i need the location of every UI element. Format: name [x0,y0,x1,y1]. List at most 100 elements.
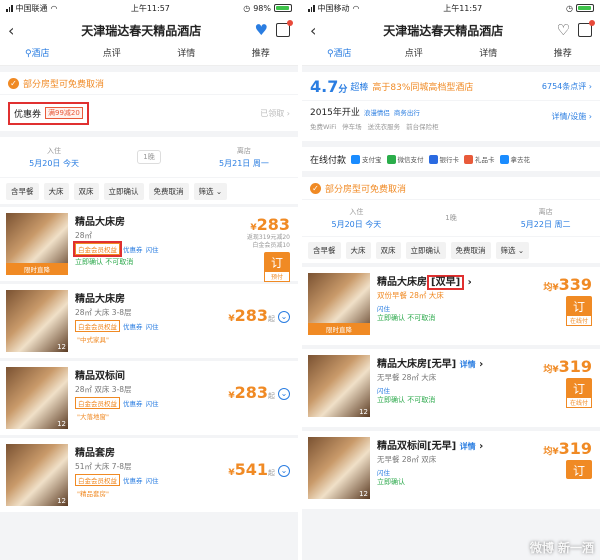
filter-instant-confirm[interactable]: 立即确认 [405,241,446,259]
expand-icon[interactable]: ⌄ [278,387,290,400]
room-photo[interactable]: 12 [6,367,68,429]
tab-reviews[interactable]: 点评 [377,44,452,65]
expand-icon[interactable]: ⌄ [278,310,290,323]
coupon-row[interactable]: 优惠券 满99减20 已领取 › [0,95,298,131]
filter-king-bed[interactable]: 大床 [345,241,371,259]
coupon-highlight: 优惠券 满99减20 [8,101,89,125]
details-link[interactable]: 详情 [460,360,476,369]
promo-ribbon: 限时直降 [308,323,370,335]
platinum-member-tag: 白金会员权益 [75,320,120,332]
room-feature: "中式家具" [77,336,109,344]
check-icon: ✓ [8,77,19,89]
room-photo[interactable]: 12 [6,444,68,506]
room-photo[interactable]: 12限时直降 [6,213,68,275]
check-icon: ✓ [310,182,321,194]
tab-recommend[interactable]: 推荐 [526,44,600,65]
room-price: ¥283起 [228,383,275,402]
nav-header: ‹ 天津瑞达春天精品酒店 ♥ [0,16,298,44]
filter-free-cancel[interactable]: 免费取消 [148,182,189,200]
platinum-member-tag: 白金会员权益 [75,397,120,409]
price-block: 均¥319 订在线付 [543,357,592,409]
checkout-date[interactable]: 5月22日 周二 [521,219,571,230]
carrier: 中国移动 [317,3,350,13]
room-photo[interactable]: 12 [6,290,68,352]
share-icon[interactable] [276,20,293,37]
book-button[interactable]: 订在线付 [566,296,592,326]
back-icon[interactable]: ‹ [310,21,330,40]
signal-icon [6,4,13,12]
room-photo[interactable]: 12 [308,437,370,499]
book-button[interactable]: 订预付 [264,252,290,282]
tab-details[interactable]: 详情 [149,44,224,65]
facilities-link[interactable]: 详情/设施 › [552,111,592,122]
date-picker[interactable]: 入住 5月20日 今天 1晚 离店 5月22日 周二 [302,200,600,236]
battery-icon [576,4,594,12]
coupon-tag: 优惠券 [123,477,143,485]
rating-desc: 高于83%同城高档型酒店 [372,82,474,93]
price-note-1: 返现319元减20 [246,234,290,241]
book-button[interactable]: 订在线付 [566,378,592,408]
checkin-label: 入住 [47,146,62,155]
room-price: 均¥319 [543,439,592,458]
tab-recommend[interactable]: 推荐 [224,44,299,65]
favorite-heart-icon[interactable]: ♥ [255,21,268,39]
price-block: ¥283起 ⌄ [228,383,290,402]
room-card[interactable]: 12 精品大床房[无早] 详情 › 无早餐 28㎡ 大床 闪住 立即确认 不可取… [302,349,600,427]
tab-reviews[interactable]: 点评 [75,44,150,65]
filter-free-cancel[interactable]: 免费取消 [450,241,491,259]
expand-icon[interactable]: ⌄ [278,464,290,477]
filter-instant-confirm[interactable]: 立即确认 [103,182,144,200]
filter-breakfast[interactable]: 含早餐 [308,241,341,259]
bankcard-method: 银行卡 [428,154,459,164]
room-photo[interactable]: 12 [308,355,370,417]
filter-breakfast[interactable]: 含早餐 [6,182,39,200]
room-card[interactable]: 12限时直降 精品大床房[双早] › 双份早餐 28㎡ 大床 闪住 立即确认 不… [302,267,600,345]
filter-twin-bed[interactable]: 双床 [375,241,401,259]
room-card[interactable]: 12 精品双标间 28㎡ 双床 3-8层 白金会员权益 优惠券 闪住 "大落地窗" … [0,361,298,435]
price-block: ¥541起 ⌄ [228,460,290,479]
room-card[interactable]: 12 精品大床房 28㎡ 大床 3-8层 白金会员权益 优惠券 闪住 "中式家具" … [0,284,298,358]
theme-tag: 浪漫情侣 [363,108,390,117]
coupon-tag: 优惠券 [123,246,143,254]
room-price: ¥283 [250,215,290,234]
review-count[interactable]: 6754条点评 › [542,81,592,92]
nav-header: ‹ 天津瑞达春天精品酒店 ♡ [302,16,600,44]
alarm-icon: ◷ [243,3,251,13]
status-bar: 中国移动 ◠ 上午11:57 ◷ [302,0,600,16]
back-icon[interactable]: ‹ [8,21,28,40]
facility-list: 免费WiFi 停车场 送洗衣服务 前台保险柜 [310,123,439,131]
details-link[interactable]: 详情 [460,442,476,451]
filter-more[interactable]: 筛选 ⌄ [495,241,530,259]
watermark: 微博 新一酒 [529,541,594,555]
checkout-date[interactable]: 5月21日 周一 [219,158,269,169]
filter-twin-bed[interactable]: 双床 [73,182,99,200]
hotel-info[interactable]: 2015年开业 浪漫情侣 商务出行 免费WiFi 停车场 送洗衣服务 前台保险柜 详情/设… [302,101,600,141]
checkin-date[interactable]: 5月20日 今天 [331,219,381,230]
tab-details[interactable]: 详情 [451,44,526,65]
book-button[interactable]: 订 [566,460,592,479]
checkout-label: 离店 [236,146,251,155]
filter-more[interactable]: 筛选 ⌄ [193,182,228,200]
hotel-title: 天津瑞达春天精品酒店 [81,23,202,38]
room-card[interactable]: 12 精品套房 51㎡ 大床 7-8层 白金会员权益 优惠券 闪住 "精品套房" ¥… [0,438,298,512]
room-feature: "大落地窗" [77,413,109,421]
breakfast-highlight: [双早] [427,275,465,290]
free-cancel-banner: ✓ 部分房型可免费取消 [0,72,298,94]
room-name: 精品双标间 [75,371,125,382]
checkin-date[interactable]: 5月20日 今天 [29,158,79,169]
share-icon[interactable] [578,20,595,37]
room-card[interactable]: 12限时直降 精品大床房 28㎡ 白金会员权益优惠券闪住 立即确认 不可取消 ¥… [0,207,298,282]
opened-year: 2015年开业 [310,108,360,118]
payment-label: 在线付款 [310,155,347,166]
tab-hotel[interactable]: ⚲酒店 [302,44,377,65]
room-photo[interactable]: 12限时直降 [308,273,370,335]
room-card[interactable]: 12 精品双标间[无早] 详情 › 无早餐 28㎡ 双床 闪住 立即确认 均¥3… [302,431,600,509]
favorite-heart-icon[interactable]: ♡ [557,21,570,39]
right-screen: 中国移动 ◠ 上午11:57 ◷ ‹ 天津瑞达春天精品酒店 ♡ ⚲酒店 点评 详情… [302,0,600,560]
nights-count: 1晚 [137,150,161,164]
filter-king-bed[interactable]: 大床 [43,182,69,200]
tab-hotel[interactable]: ⚲酒店 [0,44,75,65]
signal-icon [308,4,315,12]
rating-row[interactable]: 4.7分 超棒 高于83%同城高档型酒店 6754条点评 › [302,72,600,100]
date-picker[interactable]: 入住 5月20日 今天 1晚 离店 5月21日 周一 [0,137,298,177]
